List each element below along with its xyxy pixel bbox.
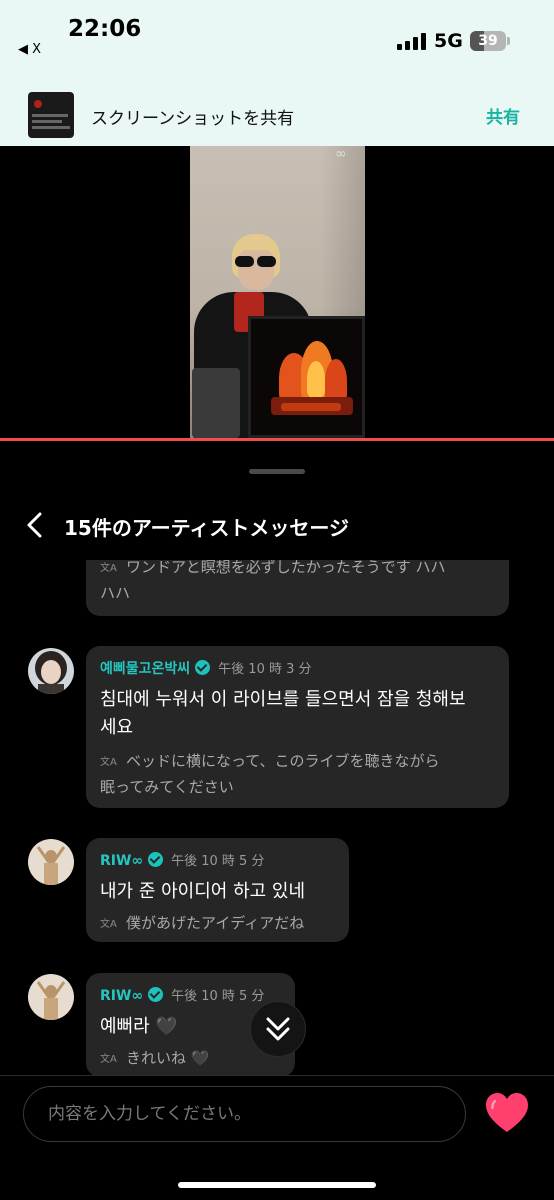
message-translation: 文A きれいね 🖤 (100, 1045, 209, 1073)
message-username[interactable]: RIW∞ (100, 988, 143, 1004)
message-text: 내가 준 아이디어 하고 있네 (100, 881, 306, 902)
drag-handle[interactable] (249, 469, 305, 474)
status-bar: 22:06 ◀ X 5G 39 (0, 0, 554, 86)
double-chevron-down-icon (266, 1017, 290, 1041)
battery-percent: 39 (478, 33, 498, 49)
screenshot-thumbnail[interactable] (28, 92, 74, 138)
battery-cap (507, 37, 510, 45)
panel-title: 15件のアーティストメッセージ (64, 516, 350, 540)
avatar[interactable] (28, 974, 74, 1020)
message-translation: 文A ワンドアと瞑想を必ずしたかったそうです ハハ (100, 560, 445, 582)
message-translation: 文A ベッドに横になって、このライブを聴きながら (100, 748, 440, 776)
battery-icon: 39 (470, 31, 506, 51)
screenshot-share-banner: スクリーンショットを共有 共有 (0, 86, 554, 146)
fireplace-screen (248, 316, 365, 438)
verified-check-icon (195, 660, 211, 675)
infinity-logo-icon: ∞ (335, 146, 347, 162)
message-bubble: 예삐물고온박씨 午後 10 時 3 分 침대에 누워서 이 라이브를 들으면서 잠… (86, 646, 509, 808)
avatar[interactable] (28, 648, 74, 694)
translate-icon[interactable]: 文A (100, 1047, 118, 1073)
translate-icon[interactable]: 文A (100, 750, 118, 776)
live-video-player[interactable]: ∞ (0, 146, 554, 438)
message-translation-line: ハハ (100, 584, 131, 602)
verified-check-icon (148, 987, 164, 1002)
message-bubble: 文A ワンドアと瞑想を必ずしたかったそうです ハハ ハハ (86, 560, 509, 616)
message-bubble: RIW∞ 午後 10 時 5 分 내가 준 아이디어 하고 있네 文A 僕があげたア… (86, 838, 349, 942)
avatar[interactable] (28, 839, 74, 885)
verified-check-icon (148, 852, 164, 867)
back-to-app-link[interactable]: ◀ X (18, 42, 41, 57)
message-username[interactable]: 예삐물고온박씨 (100, 661, 190, 677)
message-time: 午後 10 時 3 分 (218, 662, 312, 677)
home-indicator (178, 1182, 376, 1188)
share-banner-title: スクリーンショットを共有 (91, 109, 295, 129)
cellular-signal-icon (397, 33, 427, 50)
sunglasses-icon (233, 256, 277, 268)
message-translation-line: 眠ってみてください (100, 778, 234, 796)
message-text: 예뻐라 🖤 (100, 1016, 178, 1037)
chevron-left-icon[interactable] (24, 511, 44, 539)
message-time: 午後 10 時 5 分 (171, 854, 265, 869)
network-type: 5G (434, 30, 463, 52)
translate-icon[interactable]: 文A (100, 560, 118, 582)
share-button[interactable]: 共有 (486, 103, 520, 128)
status-time: 22:06 (68, 16, 142, 42)
video-frame (190, 146, 365, 438)
translate-icon[interactable]: 文A (100, 912, 118, 938)
message-text-line: 세요 (100, 717, 134, 738)
message-translation: 文A 僕があげたアイディアだね (100, 910, 304, 938)
divider (0, 1075, 554, 1076)
message-list[interactable]: 文A ワンドアと瞑想を必ずしたかったそうです ハハ ハハ 예삐물고온박씨 午後 10… (0, 560, 554, 1075)
message-text: 침대에 누워서 이 라이브를 들으면서 잠을 청해보 (100, 689, 466, 710)
scroll-to-bottom-button[interactable] (250, 1001, 306, 1057)
heart-icon[interactable] (483, 1090, 531, 1136)
message-input[interactable] (23, 1086, 466, 1142)
artist-messages-panel: 15件のアーティストメッセージ 文A ワンドアと瞑想を必ずしたかったそうです ハハ… (0, 441, 554, 1200)
message-username[interactable]: RIW∞ (100, 853, 143, 869)
